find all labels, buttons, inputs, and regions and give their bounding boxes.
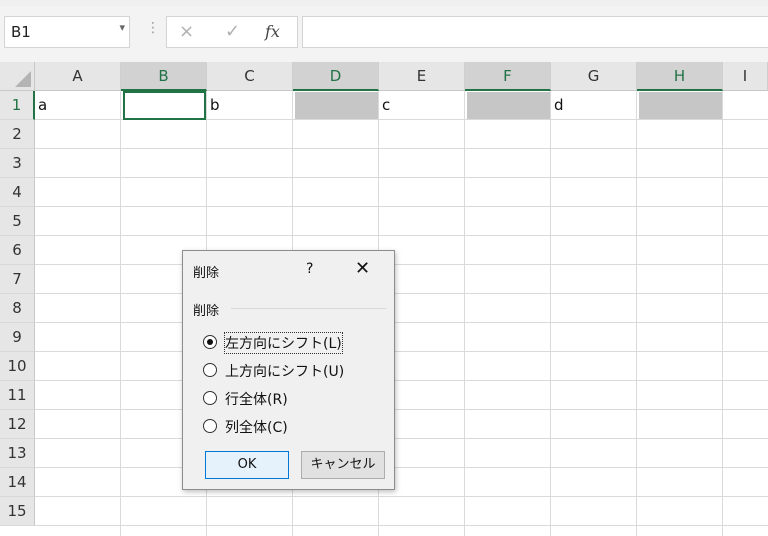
dialog-title: 削除 xyxy=(193,266,220,281)
chevron-down-icon[interactable]: ▾ xyxy=(119,21,125,34)
column-header-g[interactable]: G xyxy=(551,62,637,91)
row-header-15[interactable]: 15 xyxy=(0,497,35,526)
radio-entire-column[interactable] xyxy=(203,419,217,433)
row-header-8[interactable]: 8 xyxy=(0,294,35,323)
more-vertical-icon: ⋮ xyxy=(146,20,160,36)
radio-entire-row[interactable] xyxy=(203,391,217,405)
group-divider xyxy=(231,308,386,309)
option-label: 列全体(C) xyxy=(225,420,288,436)
cancel-button[interactable]: キャンセル xyxy=(301,451,385,479)
formula-input[interactable] xyxy=(302,16,768,48)
selected-cell-f1[interactable] xyxy=(467,92,550,119)
name-box[interactable]: B1 ▾ xyxy=(4,16,130,48)
select-all-button[interactable] xyxy=(0,62,35,91)
column-header-f[interactable]: F xyxy=(465,62,551,91)
name-box-value: B1 xyxy=(11,23,31,41)
radio-shift-left[interactable] xyxy=(203,335,217,349)
radio-shift-up[interactable] xyxy=(203,363,217,377)
cell-g1[interactable]: d xyxy=(551,91,637,120)
cell-c1[interactable]: b xyxy=(207,91,293,120)
enter-icon[interactable]: ✓ xyxy=(225,21,240,42)
help-icon[interactable]: ? xyxy=(306,261,313,277)
row-header-10[interactable]: 10 xyxy=(0,352,35,381)
selected-cell-d1[interactable] xyxy=(295,92,378,119)
formula-actions: × ✓ fx xyxy=(166,16,298,48)
row-header-4[interactable]: 4 xyxy=(0,178,35,207)
selected-cell-h1[interactable] xyxy=(639,92,722,119)
column-header-a[interactable]: A xyxy=(35,62,121,91)
column-header-b[interactable]: B xyxy=(121,62,207,91)
row-header-11[interactable]: 11 xyxy=(0,381,35,410)
cell-grid[interactable] xyxy=(35,91,768,536)
group-label: 削除 xyxy=(193,304,220,319)
cancel-icon[interactable]: × xyxy=(179,21,194,42)
row-header-14[interactable]: 14 xyxy=(0,468,35,497)
row-header-6[interactable]: 6 xyxy=(0,236,35,265)
option-label: 上方向にシフト(U) xyxy=(225,364,345,380)
formula-bar: B1 ▾ ⋮ × ✓ fx xyxy=(0,6,768,62)
column-header-i[interactable]: I xyxy=(723,62,768,91)
row-header-12[interactable]: 12 xyxy=(0,410,35,439)
option-label: 左方向にシフト(L) xyxy=(224,332,343,354)
row-header-9[interactable]: 9 xyxy=(0,323,35,352)
row-header-5[interactable]: 5 xyxy=(0,207,35,236)
row-header-3[interactable]: 3 xyxy=(0,149,35,178)
cell-e1[interactable]: c xyxy=(379,91,465,120)
column-header-c[interactable]: C xyxy=(207,62,293,91)
insert-function-icon[interactable]: fx xyxy=(265,22,280,41)
row-header-7[interactable]: 7 xyxy=(0,265,35,294)
delete-dialog: 削除 ? ✕ 削除 左方向にシフト(L) 上方向にシフト(U) 行全体(R) 列… xyxy=(182,250,395,490)
row-header-2[interactable]: 2 xyxy=(0,120,35,149)
cell-a1[interactable]: a xyxy=(35,91,121,120)
row-header-13[interactable]: 13 xyxy=(0,439,35,468)
active-cell[interactable] xyxy=(123,91,206,120)
row-header-1[interactable]: 1 xyxy=(0,91,35,120)
option-label: 行全体(R) xyxy=(225,392,288,408)
ok-button[interactable]: OK xyxy=(205,451,289,479)
column-header-d[interactable]: D xyxy=(293,62,379,91)
select-all-triangle-icon xyxy=(15,71,31,87)
column-header-e[interactable]: E xyxy=(379,62,465,91)
close-icon[interactable]: ✕ xyxy=(355,258,370,279)
column-header-h[interactable]: H xyxy=(637,62,723,91)
